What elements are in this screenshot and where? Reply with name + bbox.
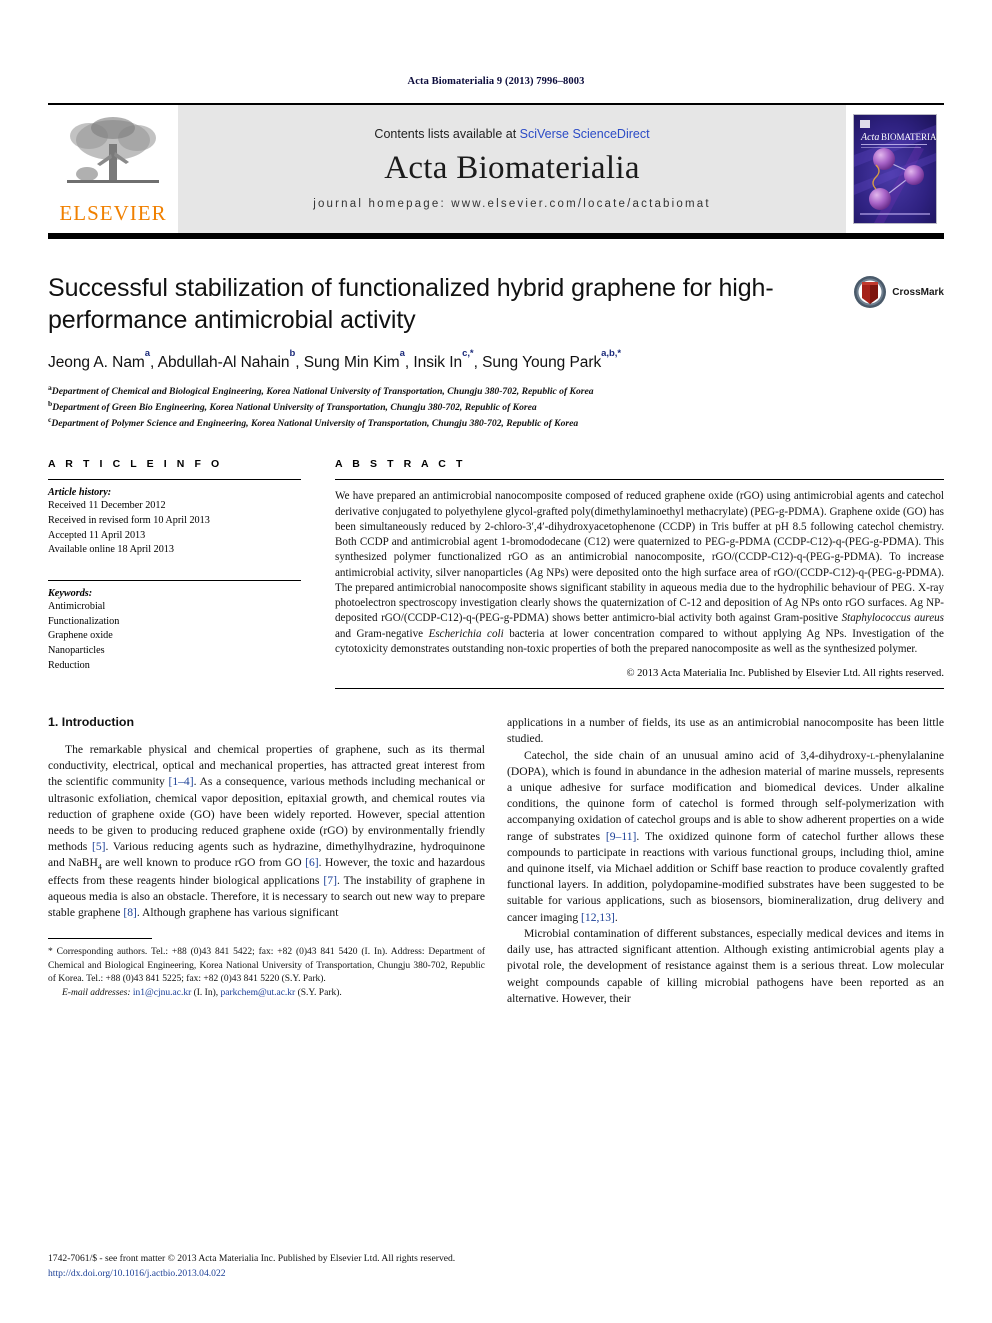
citation-ref[interactable]: [12,13] [581,911,615,924]
keyword-item: Reduction [48,659,90,671]
abstract-text: We have prepared an antimicrobial nanoco… [335,490,944,655]
citation-ref[interactable]: [7] [323,874,337,887]
author-affil-marker: b [289,347,296,359]
article-body: 1. Introduction The remarkable physical … [48,715,944,1007]
body-column-left: 1. Introduction The remarkable physical … [48,715,485,1007]
email-note: E-mail addresses: in1@cjnu.ac.kr (I. In)… [62,987,342,998]
corresponding-author-note: * Corresponding authors. Tel.: +88 (0)43… [48,947,485,985]
contents-available-line: Contents lists available at SciVerse Sci… [374,127,649,141]
author-affil-marker: a [144,347,150,359]
history-item: Accepted 11 April 2013 [48,529,146,541]
intro-paragraph-1: The remarkable physical and chemical pro… [48,743,486,920]
affiliation-item: bDepartment of Green Bio Engineering, Ko… [48,398,537,413]
author-affil-marker: a [399,347,405,359]
intro-paragraph-1-continued: applications in a number of fields, its … [507,716,944,746]
intro-paragraph-2: Catechol, the side chain of an unusual a… [507,748,944,924]
email-link[interactable]: parkchem@ut.ac.kr [221,988,296,998]
history-item: Received 11 December 2012 [48,500,166,512]
keyword-item: Nanoparticles [48,645,105,657]
intro-paragraph-3: Microbial contamination of different sub… [507,927,944,1005]
running-head: Acta Biomaterialia 9 (2013) 7996–8003 [407,76,585,87]
keyword-item: Antimicrobial [48,601,106,613]
journal-title: Acta Biomaterialia [384,149,640,186]
masthead-bottom-rule [48,233,944,239]
article-info-heading: A R T I C L E I N F O [48,458,223,471]
article-info-column: A R T I C L E I N F O Article history: R… [48,458,301,689]
abstract-rule-bottom [335,688,944,690]
elsevier-tree-icon [67,117,159,183]
svg-text:BIOMATERIALIA: BIOMATERIALIA [881,132,936,142]
citation-ref[interactable]: [9–11] [606,830,636,843]
journal-masthead: ELSEVIER Contents lists available at Sci… [48,103,944,233]
elsevier-wordmark: ELSEVIER [59,201,167,225]
author-item: Jeong A. Nama, [48,347,158,371]
author-item: Abdullah-Al Nahainb, [157,347,304,371]
email-link[interactable]: in1@cjnu.ac.kr [133,988,191,998]
publisher-footer: 1742-7061/$ - see front matter © 2013 Ac… [48,1252,944,1281]
citation-ref[interactable]: [8] [123,906,137,919]
citation-ref[interactable]: [1–4] [168,775,193,788]
author-item: Sung Min Kima, [303,347,414,371]
email-label: E-mail addresses: [62,987,131,998]
contents-prefix: Contents lists available at [374,126,520,141]
masthead-center: Contents lists available at SciVerse Sci… [178,105,846,233]
info-abstract-region: A R T I C L E I N F O Article history: R… [48,458,944,690]
article-history-label: Article history: [48,487,112,499]
article-history-group: Article history: Received 11 December 20… [48,480,301,558]
crossmark-badge[interactable]: CrossMark [853,275,944,309]
species-name: Staphylococcus aureus [841,612,944,625]
author-list: Jeong A. Nama, Abdullah-Al Nahainb, Sung… [48,347,944,372]
journal-cover-thumbnail: Acta BIOMATERIALIA [846,105,944,233]
affiliation-item: cDepartment of Polymer Science and Engin… [48,414,579,429]
author-item: Insik Inc,*, [413,347,483,371]
history-item: Available online 18 April 2013 [48,544,174,556]
journal-homepage-link[interactable]: journal homepage: www.elsevier.com/locat… [313,198,711,210]
keyword-item: Functionalization [48,615,120,627]
keywords-label: Keywords: [48,588,93,600]
crossmark-label: CrossMark [892,286,944,298]
abstract-column: A B S T R A C T We have prepared an anti… [335,458,944,690]
svg-text:Acta: Acta [860,132,879,143]
section-title-introduction: 1. Introduction [48,715,135,730]
cover-artwork: Acta BIOMATERIALIA [854,115,936,223]
title-block: CrossMark Successful stabilization of fu… [48,273,944,430]
keywords-block: Keywords: Antimicrobial Functionalizatio… [48,580,301,673]
issn-copyright-line: 1742-7061/$ - see front matter © 2013 Ac… [48,1253,456,1265]
citation-ref[interactable]: [5] [92,840,106,853]
affiliation-item: aDepartment of Chemical and Biological E… [48,382,594,398]
footnote-rule [48,938,152,940]
author-affil-marker: c,* [462,347,474,359]
publisher-logo: ELSEVIER [48,105,178,233]
abstract-copyright: © 2013 Acta Materialia Inc. Published by… [626,668,944,680]
page-title: Successful stabilization of functionaliz… [48,274,774,334]
author-item: Sung Young Parka,b,* [482,347,621,371]
citation-ref[interactable]: [6] [305,856,319,869]
species-name: Escherichia coli [428,627,504,640]
crossmark-icon [854,276,887,308]
abstract-heading: A B S T R A C T [335,458,466,471]
doi-link[interactable]: http://dx.doi.org/10.1016/j.actbio.2013.… [48,1267,944,1281]
sciencedirect-link[interactable]: SciVerse ScienceDirect [520,127,650,141]
affiliation-list: aDepartment of Chemical and Biological E… [48,383,944,430]
body-column-right: applications in a number of fields, its … [507,715,944,1007]
paper-page: Acta Biomaterialia 9 (2013) 7996–8003 EL… [0,0,992,1323]
footnote-region: * Corresponding authors. Tel.: +88 (0)43… [48,938,485,1000]
keyword-item: Graphene oxide [48,630,113,642]
author-affil-marker: a,b,* [601,347,621,359]
cover-image: Acta BIOMATERIALIA [853,114,937,224]
history-item: Received in revised form 10 April 2013 [48,514,210,526]
